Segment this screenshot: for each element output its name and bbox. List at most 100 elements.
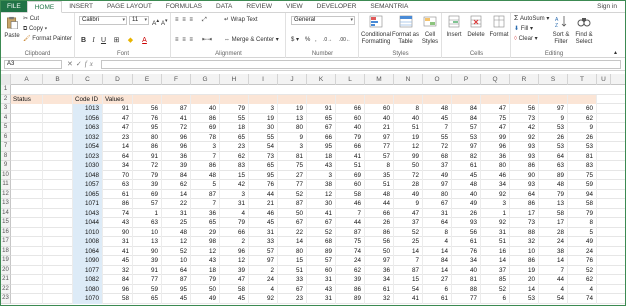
cell-f[interactable]: 96 (162, 132, 191, 142)
row-header[interactable]: 14 (1, 208, 11, 218)
cell-c[interactable]: 1013 (73, 104, 103, 114)
cell-n[interactable]: 87 (394, 265, 423, 275)
cell-k[interactable]: 66 (307, 132, 336, 142)
cell-n[interactable]: 49 (394, 189, 423, 199)
cell-j[interactable]: 67 (278, 218, 307, 228)
cell-k[interactable] (307, 94, 336, 104)
cell-l[interactable]: 41 (336, 151, 365, 161)
row-header[interactable]: 8 (1, 151, 11, 161)
cell-b[interactable] (43, 104, 73, 114)
cell-a[interactable] (11, 294, 43, 304)
cell-j[interactable]: 9 (278, 132, 307, 142)
cell-f[interactable]: 62 (162, 180, 191, 190)
cell-s[interactable]: 24 (539, 237, 568, 247)
cell-d[interactable]: 64 (103, 151, 133, 161)
cell-r[interactable]: 14 (510, 284, 539, 294)
cell-o[interactable]: 55 (423, 132, 452, 142)
cell-a[interactable] (11, 199, 43, 209)
cell-f[interactable]: 22 (162, 199, 191, 209)
cell-e[interactable]: 77 (133, 275, 162, 285)
cell-j[interactable]: 81 (278, 151, 307, 161)
cell-d[interactable]: 45 (103, 256, 133, 266)
cell-e[interactable]: 72 (133, 161, 162, 171)
cell-h[interactable]: 62 (220, 151, 249, 161)
cell-i[interactable]: 4 (249, 284, 278, 294)
cell-n[interactable]: 54 (394, 284, 423, 294)
cell-r[interactable]: 73 (510, 218, 539, 228)
cell-e[interactable]: 1 (133, 208, 162, 218)
cell-o[interactable]: 97 (423, 180, 452, 190)
cell-o[interactable]: 31 (423, 208, 452, 218)
column-header-k[interactable]: K (307, 74, 336, 85)
cell-d[interactable]: 43 (103, 218, 133, 228)
cell-k[interactable]: 89 (307, 246, 336, 256)
column-header-c[interactable]: C (73, 74, 103, 85)
cell-f[interactable]: 31 (162, 208, 191, 218)
cell-c[interactable]: 1057 (73, 180, 103, 190)
borders-button[interactable]: ⊞ (112, 36, 121, 45)
cell-t[interactable]: 58 (568, 199, 597, 209)
cell-m[interactable]: 77 (365, 142, 394, 152)
cell-a[interactable] (11, 227, 43, 237)
column-header-d[interactable]: D (103, 74, 133, 85)
cell-t[interactable]: 81 (568, 151, 597, 161)
cell-p[interactable]: 84 (452, 113, 481, 123)
italic-button[interactable]: I (89, 36, 98, 45)
column-header-n[interactable]: N (394, 74, 423, 85)
cell-l[interactable]: 44 (336, 218, 365, 228)
sort-filter-button[interactable]: AZ Sort & Filter (550, 15, 572, 46)
cell-j[interactable]: 15 (278, 256, 307, 266)
cell-m[interactable]: 57 (365, 151, 394, 161)
cell-o[interactable]: 48 (423, 104, 452, 114)
cell-s[interactable]: 48 (539, 180, 568, 190)
cell-o[interactable]: 45 (423, 113, 452, 123)
cell-t[interactable]: 75 (568, 170, 597, 180)
cell-t[interactable]: 52 (568, 265, 597, 275)
cell-b[interactable] (43, 132, 73, 142)
cell-f[interactable]: 39 (162, 161, 191, 171)
column-header-q[interactable]: Q (481, 74, 510, 85)
cell-s[interactable]: 64 (539, 151, 568, 161)
row-header[interactable]: 7 (1, 142, 11, 152)
cell-q[interactable]: 46 (481, 170, 510, 180)
cell-j[interactable]: 14 (278, 237, 307, 247)
cell-n[interactable]: 25 (394, 237, 423, 247)
cell-a[interactable] (11, 104, 43, 114)
row-header[interactable]: 10 (1, 170, 11, 180)
cell-h[interactable]: 3 (220, 189, 249, 199)
cell-f[interactable] (162, 94, 191, 104)
cell-p[interactable]: 82 (452, 151, 481, 161)
clear-button[interactable]: ◊ Clear ▾ (514, 35, 538, 43)
percent-button[interactable]: % (305, 36, 310, 44)
font-color-button[interactable]: A (140, 36, 149, 45)
cell-g[interactable]: 86 (191, 113, 220, 123)
cell-k[interactable]: 12 (307, 189, 336, 199)
cell-j[interactable]: 80 (278, 246, 307, 256)
cell-p[interactable]: 26 (452, 208, 481, 218)
cell-n[interactable]: 7 (394, 256, 423, 266)
cell-a[interactable] (11, 246, 43, 256)
cell-h[interactable] (220, 94, 249, 104)
cell-i[interactable]: 92 (249, 294, 278, 304)
cell-n[interactable]: 28 (394, 180, 423, 190)
row-header[interactable]: 13 (1, 199, 11, 209)
cell-k[interactable]: 60 (307, 265, 336, 275)
cell-f[interactable]: 10 (162, 256, 191, 266)
cell-f[interactable]: 96 (162, 142, 191, 152)
cell-i[interactable]: 2 (249, 265, 278, 275)
cell-e[interactable]: 79 (133, 170, 162, 180)
row-header[interactable]: 18 (1, 246, 11, 256)
cell-l[interactable]: 46 (336, 199, 365, 209)
cell-a[interactable] (11, 161, 43, 171)
delete-cells-button[interactable]: Delete (466, 15, 486, 39)
column-header-m[interactable]: M (365, 74, 394, 85)
cell-i[interactable]: 97 (249, 256, 278, 266)
cell-a[interactable] (11, 113, 43, 123)
cell-f[interactable]: 41 (162, 113, 191, 123)
cell-f[interactable]: 45 (162, 294, 191, 304)
column-header-r[interactable]: R (510, 74, 539, 85)
cell-i[interactable]: 24 (249, 275, 278, 285)
cell-q[interactable]: 34 (481, 180, 510, 190)
cell-f[interactable]: 72 (162, 123, 191, 133)
cell-s[interactable]: 79 (539, 189, 568, 199)
